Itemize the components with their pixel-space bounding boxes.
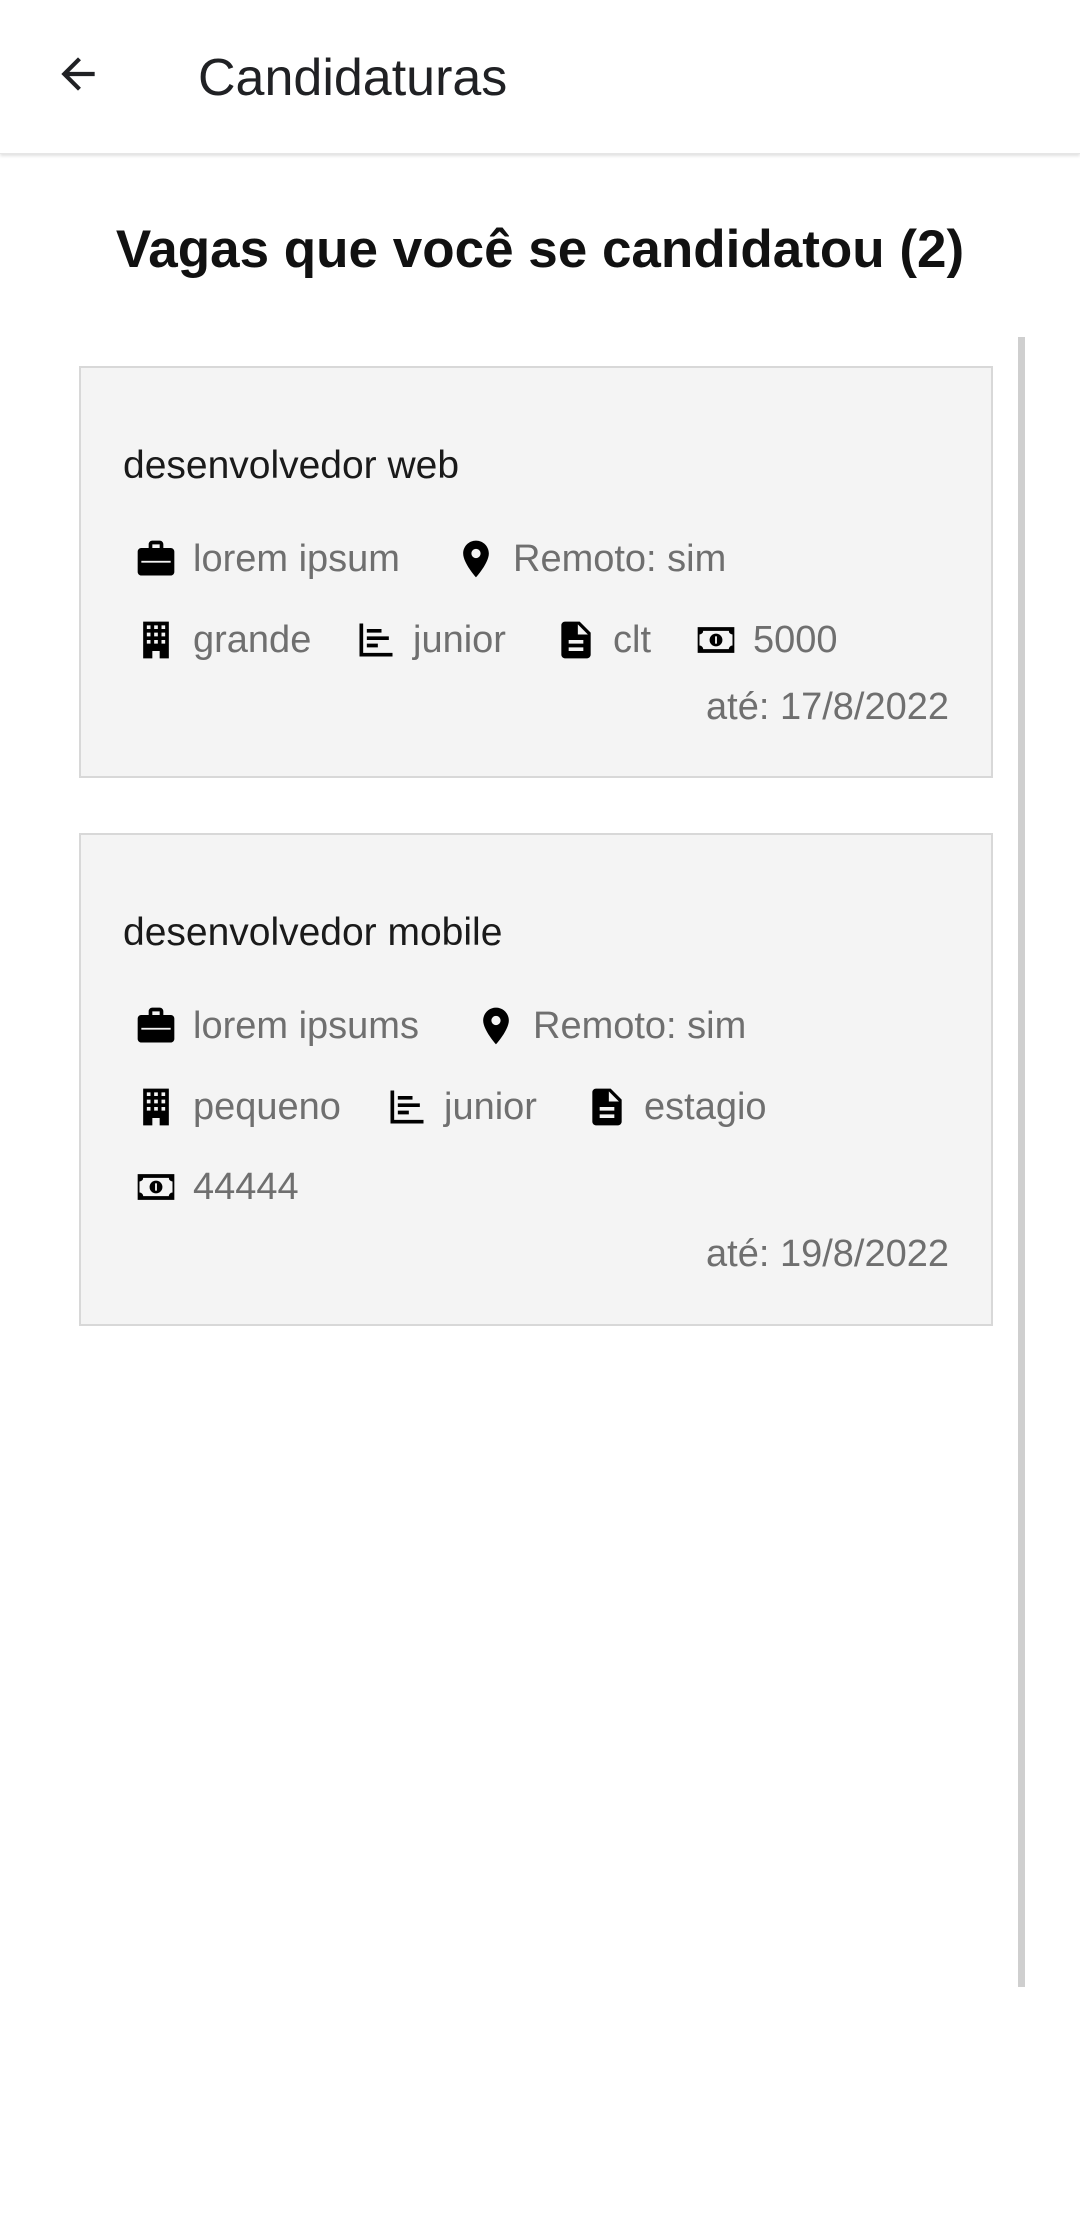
arrow-back-icon	[61, 57, 95, 91]
job-level: junior	[384, 1084, 537, 1130]
job-deadline: até: 19/8/2022	[706, 1233, 949, 1275]
job-title: desenvolvedor web	[123, 444, 460, 487]
job-salary: 44444	[133, 1164, 299, 1210]
job-remote-label: Remoto: sim	[533, 1004, 747, 1047]
job-company-size: grande	[133, 617, 311, 663]
page-title: Vagas que você se candidatou (2)	[115, 220, 965, 279]
location-pin-icon	[473, 1003, 519, 1049]
job-contract: estagio	[584, 1084, 767, 1130]
job-size-label: pequeno	[193, 1085, 341, 1128]
back-button[interactable]	[40, 36, 116, 112]
job-remote-label: Remoto: sim	[513, 537, 727, 580]
scrollbar[interactable]	[1018, 337, 1025, 1987]
briefcase-icon	[133, 1003, 179, 1049]
building-icon	[133, 1084, 179, 1130]
bar-chart-icon	[384, 1084, 430, 1130]
job-company-size: pequeno	[133, 1084, 341, 1130]
job-company: lorem ipsums	[133, 1003, 419, 1049]
job-remote: Remoto: sim	[473, 1003, 746, 1049]
job-company-label: lorem ipsum	[193, 537, 400, 580]
bar-chart-icon	[353, 617, 399, 663]
job-level-label: junior	[444, 1085, 537, 1128]
job-size-label: grande	[193, 618, 312, 661]
document-icon	[584, 1084, 630, 1130]
building-icon	[133, 617, 179, 663]
job-deadline: até: 17/8/2022	[706, 686, 949, 728]
money-icon	[133, 1164, 179, 1210]
job-title: desenvolvedor mobile	[123, 911, 503, 954]
job-salary: 5000	[693, 617, 838, 663]
job-remote: Remoto: sim	[453, 536, 726, 582]
location-pin-icon	[453, 536, 499, 582]
job-level-label: junior	[413, 618, 506, 661]
money-icon	[693, 617, 739, 663]
job-salary-label: 5000	[753, 618, 838, 661]
job-company: lorem ipsum	[133, 536, 400, 582]
job-card[interactable]: desenvolvedor mobile lorem ipsums Remoto…	[79, 833, 993, 1326]
job-contract-label: estagio	[644, 1085, 767, 1128]
job-salary-label: 44444	[193, 1165, 299, 1208]
job-company-label: lorem ipsums	[193, 1004, 419, 1047]
app-bar: Candidaturas	[0, 0, 1080, 154]
job-level: junior	[353, 617, 506, 663]
document-icon	[553, 617, 599, 663]
briefcase-icon	[133, 536, 179, 582]
job-contract: clt	[553, 617, 651, 663]
job-card[interactable]: desenvolvedor web lorem ipsum Remoto: si…	[79, 366, 993, 778]
job-contract-label: clt	[613, 618, 651, 661]
app-bar-title: Candidaturas	[198, 49, 508, 107]
